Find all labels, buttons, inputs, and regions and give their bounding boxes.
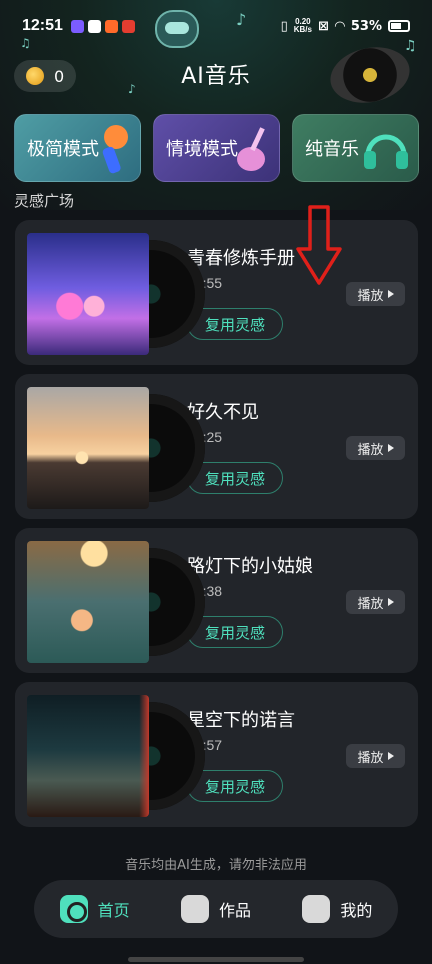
status-time: 12:51 <box>22 17 63 34</box>
song-card[interactable]: 路灯下的小姑娘 02:38 复用灵感 播放 <box>15 528 418 673</box>
mode-scene-button[interactable]: 情境模式 <box>153 114 280 182</box>
play-label: 播放 <box>357 596 384 612</box>
play-label: 播放 <box>357 442 384 458</box>
app-notification-icon <box>87 19 101 33</box>
song-title: 星空下的诺言 <box>187 710 295 731</box>
user-icon <box>302 895 331 923</box>
play-icon <box>387 752 394 760</box>
music-note-icon: ♫ <box>404 38 417 54</box>
music-note-icon: ♪ <box>236 10 247 29</box>
play-icon <box>387 598 394 606</box>
tab-works[interactable]: 作品 <box>180 895 251 923</box>
play-label: 播放 <box>357 288 384 304</box>
song-cover <box>27 541 149 663</box>
tab-home[interactable]: 首页 <box>59 895 130 923</box>
no-sim-icon: ⊠ <box>317 18 329 34</box>
song-card[interactable]: 青春修炼手册 02:55 复用灵感 播放 <box>15 220 418 365</box>
status-bar: 12:51 ▯ 0.20 KB/s ⊠ ◠ 53% <box>0 0 432 52</box>
mode-selector: 极简模式 情境模式 纯音乐 <box>14 114 419 182</box>
mode-pure-music-button[interactable]: 纯音乐 <box>292 114 419 182</box>
vibrate-icon: ▯ <box>280 18 288 34</box>
home-indicator[interactable] <box>128 957 304 962</box>
song-title: 路灯下的小姑娘 <box>187 556 313 577</box>
music-note-icon: ♫ <box>20 36 31 50</box>
battery-percent: 53% <box>350 18 382 34</box>
works-headphone-icon <box>180 895 209 923</box>
robot-mascot-icon <box>155 10 199 48</box>
network-speed: 0.20 KB/s <box>293 17 312 34</box>
headphones-icon <box>364 134 408 169</box>
play-button[interactable]: 播放 <box>346 436 405 460</box>
song-cover <box>27 233 149 355</box>
song-cover <box>27 387 149 509</box>
play-button[interactable]: 播放 <box>346 744 405 768</box>
inspiration-list: 青春修炼手册 02:55 复用灵感 播放 好久不见 03:25 复用灵感 播放 … <box>15 220 418 836</box>
play-button[interactable]: 播放 <box>346 590 405 614</box>
tab-label: 作品 <box>218 901 251 920</box>
red-down-arrow-icon <box>296 205 342 285</box>
bottom-tab-bar: 首页 作品 我的 <box>34 880 398 938</box>
song-card[interactable]: 好久不见 03:25 复用灵感 播放 <box>15 374 418 519</box>
app-notification-icon <box>70 19 84 33</box>
violin-icon <box>237 127 265 171</box>
battery-icon <box>388 20 410 32</box>
status-right: ▯ 0.20 KB/s ⊠ ◠ 53% <box>281 18 410 34</box>
app-notification-icon <box>104 19 118 33</box>
play-button[interactable]: 播放 <box>346 282 405 306</box>
mode-simple-button[interactable]: 极简模式 <box>14 114 141 182</box>
home-music-icon <box>59 895 88 923</box>
mode-label: 纯音乐 <box>305 139 359 160</box>
notification-icons <box>70 19 135 33</box>
song-cover <box>27 695 149 817</box>
tab-label: 我的 <box>340 901 373 920</box>
wifi-icon: ◠ <box>334 18 345 34</box>
play-label: 播放 <box>357 750 384 766</box>
app-notification-icon <box>121 19 135 33</box>
tab-label: 首页 <box>97 901 130 920</box>
play-icon <box>387 444 394 452</box>
ai-disclaimer: 音乐均由AI生成，请勿非法应用 <box>125 858 307 873</box>
section-title: 灵感广场 <box>14 192 75 210</box>
play-icon <box>387 290 394 298</box>
tab-me[interactable]: 我的 <box>302 895 372 923</box>
microphone-icon <box>102 125 128 174</box>
song-card[interactable]: 星空下的诺言 02:57 复用灵感 播放 <box>15 682 418 827</box>
song-title: 青春修炼手册 <box>187 248 295 269</box>
